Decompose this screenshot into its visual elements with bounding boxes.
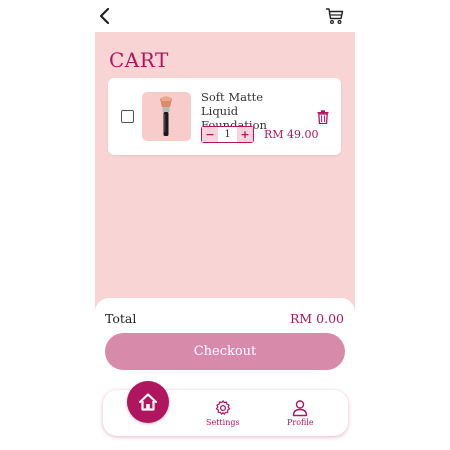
back-button[interactable] <box>97 6 113 26</box>
trash-icon <box>317 110 329 125</box>
total-value: RM 0.00 <box>289 311 344 326</box>
item-select-checkbox[interactable] <box>121 110 134 123</box>
increment-button[interactable]: + <box>237 127 253 142</box>
cart-item-card: Soft Matte Liquid Foundation − 1 + RM 49… <box>108 78 341 155</box>
nav-profile-button[interactable]: Profile <box>287 399 314 427</box>
nav-profile-label: Profile <box>287 418 314 427</box>
gear-icon <box>215 400 230 415</box>
makeup-brush-icon <box>160 96 172 136</box>
checkout-button[interactable]: Checkout <box>105 333 345 370</box>
top-bar <box>95 0 355 32</box>
shopping-cart-icon <box>325 8 344 25</box>
quantity-value: 1 <box>224 129 231 140</box>
cart-button[interactable] <box>325 6 345 26</box>
user-icon <box>293 400 308 417</box>
decrement-button[interactable]: − <box>202 127 218 142</box>
quantity-stepper: − 1 + <box>201 126 254 143</box>
nav-settings-button[interactable]: Settings <box>206 399 240 427</box>
chevron-left-icon <box>99 7 110 25</box>
bottom-nav: Settings Profile <box>103 381 348 436</box>
home-icon <box>138 393 158 411</box>
page-title: CART <box>109 48 169 72</box>
product-image <box>142 92 191 141</box>
item-price: RM 49.00 <box>264 128 319 141</box>
nav-settings-label: Settings <box>206 418 240 427</box>
nav-home-button[interactable] <box>127 381 169 423</box>
cart-screen: CART Soft Matte Liquid Foundation − 1 + … <box>95 32 355 332</box>
checkout-panel: Total RM 0.00 Checkout Settings Profile <box>95 298 355 450</box>
delete-item-button[interactable] <box>317 109 329 125</box>
total-label: Total <box>105 311 137 326</box>
